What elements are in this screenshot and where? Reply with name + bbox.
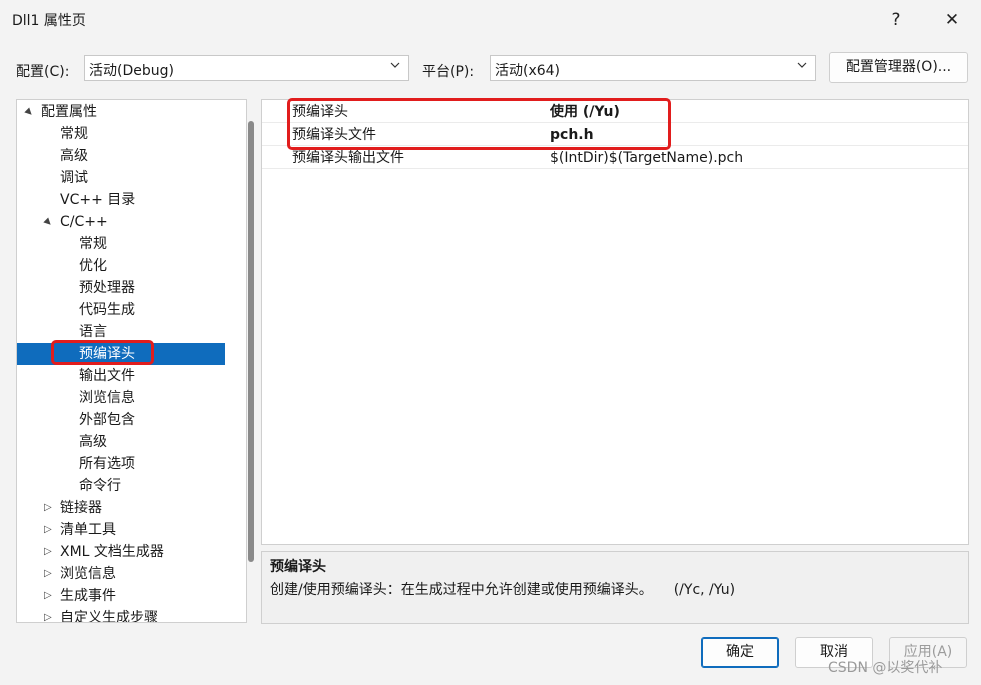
tree-item[interactable]: 所有选项	[17, 453, 225, 475]
tree-item[interactable]: 常规	[17, 233, 225, 255]
property-name: 预编译头输出文件	[292, 150, 404, 166]
tree-item-label: 生成事件	[60, 588, 116, 604]
collapsed-arrow-icon[interactable]: ▷	[44, 519, 52, 541]
tree-item[interactable]: 高级	[17, 145, 225, 167]
description-text: 创建/使用预编译头：在生成过程中允许创建或使用预编译头。 (/Yc, /Yu)	[270, 582, 736, 598]
tree-item-label: C/C++	[60, 214, 108, 230]
config-dropdown[interactable]: 活动(Debug)	[84, 55, 409, 81]
close-button[interactable]: ✕	[934, 6, 970, 34]
chevron-down-icon	[390, 62, 400, 68]
tree-item-label: 配置属性	[41, 104, 97, 120]
tree-item[interactable]: 外部包含	[17, 409, 225, 431]
property-value[interactable]: $(IntDir)$(TargetName).pch	[550, 147, 743, 169]
config-manager-button[interactable]: 配置管理器(O)...	[829, 52, 968, 83]
tree-item[interactable]: 预处理器	[17, 277, 225, 299]
tree-item[interactable]: ▲ C/C++	[17, 211, 225, 233]
description-title: 预编译头	[270, 559, 326, 575]
tree-item[interactable]: 输出文件	[17, 365, 225, 387]
tree-item[interactable]: ▲ 配置属性	[17, 101, 225, 123]
description-panel: 预编译头 创建/使用预编译头：在生成过程中允许创建或使用预编译头。 (/Yc, …	[261, 551, 969, 624]
tree-item[interactable]: 代码生成	[17, 299, 225, 321]
tree-item[interactable]: ▷ 自定义生成步骤	[17, 607, 225, 623]
platform-dropdown[interactable]: 活动(x64)	[490, 55, 816, 81]
config-value: 活动(Debug)	[89, 63, 174, 79]
help-button[interactable]: ?	[878, 6, 914, 34]
ok-button[interactable]: 确定	[701, 637, 779, 668]
tree-item-label: 优化	[79, 258, 107, 274]
tree-item-label: 浏览信息	[79, 390, 135, 406]
annotation-highlight-properties	[287, 98, 671, 150]
collapsed-arrow-icon[interactable]: ▷	[44, 497, 52, 519]
tree-item-label: 高级	[60, 148, 88, 164]
title-bar: Dll1 属性页 ? ✕	[0, 0, 981, 40]
tree-item-label: XML 文档生成器	[60, 544, 164, 560]
tree-item-label: 代码生成	[79, 302, 135, 318]
tree-item-label: 外部包含	[79, 412, 135, 428]
tree-item-label: 输出文件	[79, 368, 135, 384]
expanded-arrow-icon[interactable]: ▲	[38, 213, 57, 232]
collapsed-arrow-icon[interactable]: ▷	[44, 585, 52, 607]
tree-item-label: 高级	[79, 434, 107, 450]
config-label: 配置(C):	[16, 64, 70, 80]
tree-item[interactable]: ▷ 浏览信息	[17, 563, 225, 585]
tree-item-label: VC++ 目录	[60, 192, 136, 208]
window-title: Dll1 属性页	[12, 13, 86, 29]
platform-label: 平台(P):	[422, 64, 475, 80]
property-row[interactable]: 预编译头输出文件 $(IntDir)$(TargetName).pch	[262, 147, 968, 169]
property-grid[interactable]: 预编译头 使用 (/Yu) 预编译头文件 pch.h 预编译头输出文件 $(IntDir)…	[261, 99, 969, 545]
tree-item-label: 清单工具	[60, 522, 116, 538]
tree-item[interactable]: 命令行	[17, 475, 225, 497]
tree-item-label: 命令行	[79, 478, 121, 494]
tree-item[interactable]: ▷ 生成事件	[17, 585, 225, 607]
tree-item-label: 浏览信息	[60, 566, 116, 582]
tree-item[interactable]: ▷ XML 文档生成器	[17, 541, 225, 563]
collapsed-arrow-icon[interactable]: ▷	[44, 541, 52, 563]
tree-item[interactable]: 调试	[17, 167, 225, 189]
tree-item-label: 预处理器	[79, 280, 135, 296]
chevron-down-icon	[797, 62, 807, 68]
annotation-highlight-tree-item	[51, 340, 154, 365]
tree-item-label: 调试	[60, 170, 88, 186]
tree-item-label: 常规	[60, 126, 88, 142]
tree-item-label: 链接器	[60, 500, 102, 516]
tree-scrollbar[interactable]	[248, 121, 254, 562]
tree-item-label: 自定义生成步骤	[60, 610, 158, 623]
tree-item[interactable]: 高级	[17, 431, 225, 453]
tree-item[interactable]: ▷ 链接器	[17, 497, 225, 519]
collapsed-arrow-icon[interactable]: ▷	[44, 607, 52, 622]
collapsed-arrow-icon[interactable]: ▷	[44, 563, 52, 585]
expanded-arrow-icon[interactable]: ▲	[19, 103, 38, 122]
platform-value: 活动(x64)	[495, 63, 561, 79]
tree-item-label: 常规	[79, 236, 107, 252]
tree-item-label: 所有选项	[79, 456, 135, 472]
tree-item[interactable]: VC++ 目录	[17, 189, 225, 211]
watermark: CSDN @以奖代补	[828, 660, 943, 676]
tree-item[interactable]: 常规	[17, 123, 225, 145]
tree-item[interactable]: ▷ 清单工具	[17, 519, 225, 541]
tree-item[interactable]: 优化	[17, 255, 225, 277]
tree-item[interactable]: 浏览信息	[17, 387, 225, 409]
